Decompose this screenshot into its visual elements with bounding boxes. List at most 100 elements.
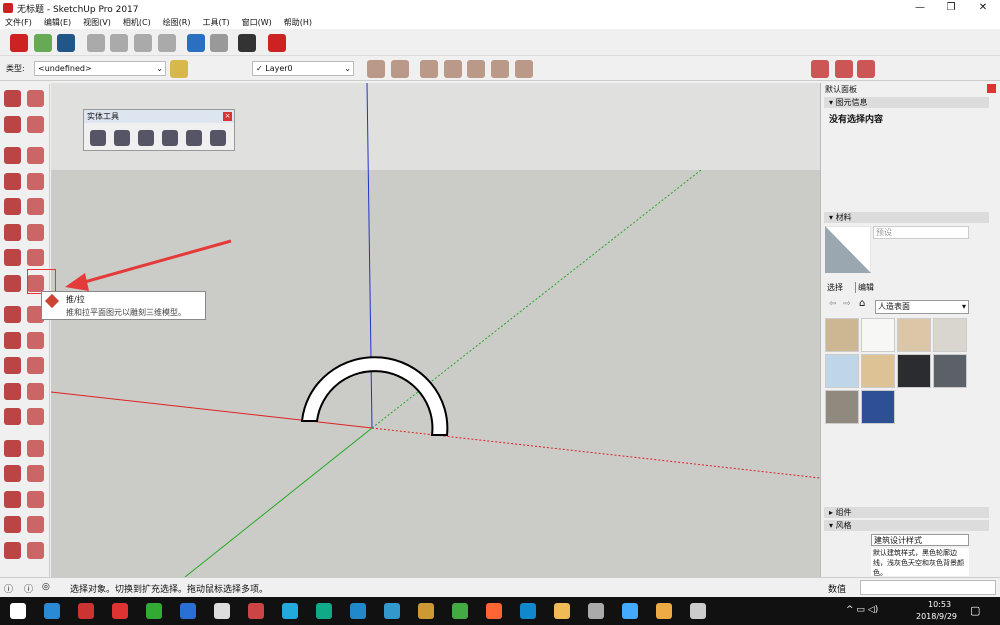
taskbar-app-icon[interactable] — [452, 603, 468, 619]
left-view-icon[interactable] — [491, 60, 509, 78]
taskbar-app-icon[interactable] — [350, 603, 366, 619]
text-tool-icon[interactable] — [27, 382, 44, 400]
subtract-icon[interactable] — [162, 130, 178, 146]
open-icon[interactable] — [34, 34, 52, 52]
model-info-icon[interactable] — [268, 34, 286, 52]
arc2-tool-icon[interactable] — [27, 223, 44, 241]
paste-icon[interactable] — [134, 34, 152, 52]
taskbar-app-icon[interactable] — [656, 603, 672, 619]
taskbar-app-icon[interactable] — [214, 603, 230, 619]
start-icon[interactable] — [10, 603, 26, 619]
collection-select[interactable]: 人造表面 ▾ — [875, 300, 969, 314]
taskbar-app-icon[interactable] — [180, 603, 196, 619]
intersect-icon[interactable] — [114, 130, 130, 146]
tab-edit[interactable]: 编辑 — [855, 282, 874, 293]
components-header[interactable]: ▸ 组件 — [824, 507, 989, 518]
arc-tool-icon[interactable] — [4, 223, 21, 241]
taskbar-app-icon[interactable] — [78, 603, 94, 619]
circle-tool-icon[interactable] — [4, 198, 21, 215]
menu-file[interactable]: 文件(F) — [5, 16, 32, 29]
new-icon[interactable] — [10, 34, 28, 52]
undo-icon[interactable] — [187, 34, 205, 52]
bottom-view-icon[interactable] — [515, 60, 533, 78]
taskbar-app-icon[interactable] — [690, 603, 706, 619]
zoom-window-tool-icon[interactable] — [27, 465, 44, 482]
add-location-icon[interactable] — [811, 60, 829, 78]
material-name-input[interactable]: 预设 — [873, 226, 969, 239]
axes-tool-icon[interactable] — [4, 408, 21, 425]
cut-icon[interactable] — [87, 34, 105, 52]
walk-tool-icon[interactable] — [4, 541, 21, 559]
material-swatch[interactable] — [897, 318, 931, 352]
top-view-icon[interactable] — [391, 60, 409, 78]
entity-info-header[interactable]: ▾ 图元信息 — [824, 97, 989, 108]
close-icon[interactable]: × — [223, 112, 232, 121]
arch-face[interactable] — [300, 356, 449, 436]
rotated-rect-tool-icon[interactable] — [27, 172, 44, 190]
menu-view[interactable]: 视图(V) — [83, 16, 111, 29]
taskbar-app-icon[interactable] — [486, 603, 502, 619]
redo-icon[interactable] — [210, 34, 228, 52]
right-view-icon[interactable] — [444, 60, 462, 78]
protractor-tool-icon[interactable] — [4, 382, 21, 400]
save-icon[interactable] — [57, 34, 75, 52]
tab-select[interactable]: 选择 — [827, 282, 843, 293]
taskbar-app-icon[interactable] — [112, 603, 128, 619]
tape-tool-icon[interactable] — [4, 357, 21, 374]
taskbar-app-icon[interactable] — [146, 603, 162, 619]
materials-header[interactable]: ▾ 材料 — [824, 212, 989, 223]
menu-help[interactable]: 帮助(H) — [284, 16, 312, 29]
select-tool-icon[interactable] — [4, 90, 21, 107]
material-swatch[interactable] — [897, 354, 931, 388]
material-swatch[interactable] — [861, 354, 895, 388]
taskbar-app-icon[interactable] — [588, 603, 604, 619]
polygon-tool-icon[interactable] — [27, 198, 44, 215]
menu-edit[interactable]: 编辑(E) — [44, 16, 71, 29]
back-icon[interactable]: ⇦ — [829, 299, 837, 309]
taskbar-app-icon[interactable] — [418, 603, 434, 619]
scale-tool-icon[interactable] — [4, 331, 21, 349]
menu-tools[interactable]: 工具(T) — [203, 16, 230, 29]
front-view-icon[interactable] — [420, 60, 438, 78]
restore-button[interactable]: ❐ — [936, 0, 966, 16]
drawing-area[interactable] — [51, 83, 820, 577]
rectangle-tool-icon[interactable] — [4, 172, 21, 190]
taskbar-app-icon[interactable] — [248, 603, 264, 619]
measurements-input[interactable] — [860, 580, 996, 595]
dimension-tool-icon[interactable] — [27, 357, 44, 374]
menu-draw[interactable]: 绘图(R) — [163, 16, 191, 29]
3d-warehouse-icon[interactable] — [835, 60, 853, 78]
material-swatch[interactable] — [933, 354, 967, 388]
freehand-tool-icon[interactable] — [27, 147, 44, 164]
taskbar-app-icon[interactable] — [622, 603, 638, 619]
zoom-extents-tool-icon[interactable] — [4, 490, 21, 508]
taskbar-app-icon[interactable] — [44, 603, 60, 619]
material-swatch[interactable] — [825, 390, 859, 424]
menu-camera[interactable]: 相机(C) — [123, 16, 151, 29]
notification-icon[interactable]: ▢ — [970, 604, 980, 617]
3d-text-tool-icon[interactable] — [27, 408, 44, 425]
close-button[interactable]: ✕ — [968, 0, 998, 16]
extension-warehouse-icon[interactable] — [857, 60, 875, 78]
union-icon[interactable] — [138, 130, 154, 146]
credits-icon[interactable]: ⓘ — [24, 582, 33, 595]
trim-icon[interactable] — [186, 130, 202, 146]
taskbar-app-icon[interactable] — [520, 603, 536, 619]
component-tool-icon[interactable] — [27, 90, 44, 107]
geo-location-icon[interactable]: ⓘ — [4, 582, 13, 595]
arc3-tool-icon[interactable] — [27, 249, 44, 266]
outer-shell-icon[interactable] — [90, 130, 106, 146]
taskbar-app-icon[interactable] — [384, 603, 400, 619]
styles-header[interactable]: ▾ 风格 — [824, 520, 989, 531]
close-tray-icon[interactable] — [987, 84, 996, 93]
user-icon[interactable]: ◎ — [42, 582, 50, 592]
orbit-tool-icon[interactable] — [4, 439, 21, 457]
zoom-tool-icon[interactable] — [4, 465, 21, 482]
forward-icon[interactable]: ⇨ — [843, 299, 851, 309]
material-swatch[interactable] — [861, 390, 895, 424]
menu-window[interactable]: 窗口(W) — [242, 16, 272, 29]
taskbar-app-icon[interactable] — [282, 603, 298, 619]
home-icon[interactable]: ⌂ — [859, 298, 865, 309]
material-swatch[interactable] — [861, 318, 895, 352]
move-tool-icon[interactable] — [4, 274, 21, 292]
